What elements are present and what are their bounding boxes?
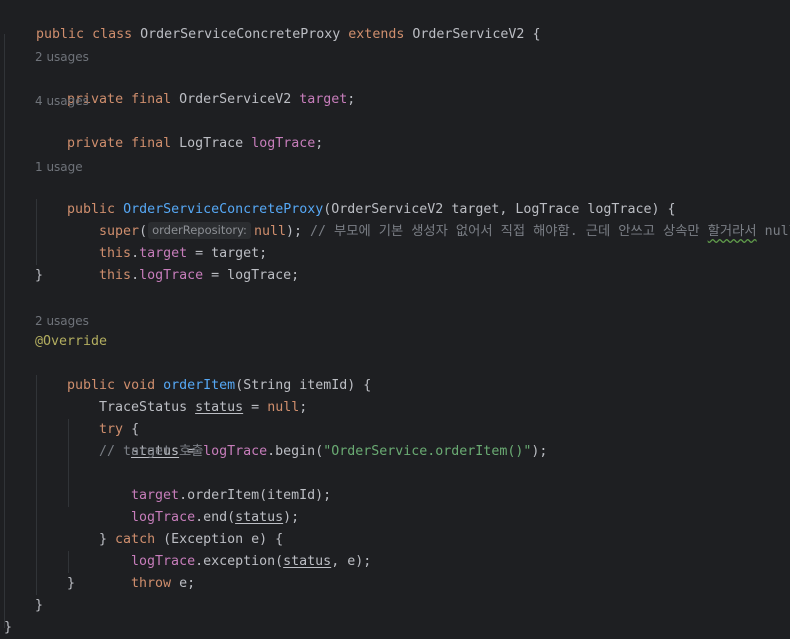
assign-op: = [243, 400, 268, 415]
throw-rest: e; [171, 576, 196, 591]
class-name[interactable]: OrderServiceConcreteProxy [140, 27, 340, 42]
line-comment[interactable]: // target 호출 [99, 441, 204, 463]
close-paren: ); [283, 510, 300, 525]
keyword-final: final [131, 92, 172, 107]
field-ref-logtrace[interactable]: logTrace [203, 444, 267, 459]
method-close-brace[interactable]: } [35, 595, 43, 617]
usages-hint-target[interactable]: 2 usages [35, 46, 89, 68]
usages-hint-logtrace[interactable]: 4 usages [35, 90, 89, 112]
usages-hint-method[interactable]: 2 usages [35, 310, 89, 332]
close-paren: ); [285, 224, 302, 239]
target-call-line[interactable]: target.orderItem(itemId); [99, 463, 331, 503]
assign-logtrace-line[interactable]: this.logTrace = logTrace; [67, 243, 299, 283]
usages-hint-constructor[interactable]: 1 usage [35, 156, 83, 178]
parent-class-name[interactable]: OrderServiceV2 [412, 27, 524, 42]
throw-line[interactable]: throw e; [99, 551, 195, 591]
field-name-logtrace[interactable]: logTrace [251, 136, 315, 151]
class-declaration-line[interactable]: public class OrderServiceConcreteProxy e… [4, 2, 540, 42]
method-call: .begin( [267, 444, 324, 459]
super-call-line[interactable]: super(orderRepository: null); // 부모에 기본 생… [67, 199, 790, 239]
assignment-rest: = logTrace; [203, 268, 300, 283]
comment-text: // 부모에 기본 생성자 없어서 직접 해야함. 근데 안쓰고 상속만 [310, 224, 708, 239]
keyword-class: class [92, 27, 133, 42]
variable-status[interactable]: status [283, 554, 331, 569]
dot: . [131, 268, 140, 283]
keyword-null: null [267, 400, 300, 415]
status-assign-line[interactable]: status = logTrace.begin("OrderService.or… [99, 419, 547, 459]
indent-guide [4, 34, 5, 628]
keyword-throw: throw [131, 576, 172, 591]
field-ref-logtrace[interactable]: logTrace [139, 268, 203, 283]
end-call-line[interactable]: logTrace.end(status); [99, 485, 299, 525]
assign-target-line[interactable]: this.target = target; [67, 221, 267, 261]
field-name-target[interactable]: target [299, 92, 347, 107]
call-args-rest: , e); [331, 554, 372, 569]
method-declaration-line[interactable]: public void orderItem(String itemId) { [35, 353, 371, 393]
field-logtrace-line[interactable]: private final LogTrace logTrace; [35, 111, 323, 151]
constructor-close-brace[interactable]: } [35, 265, 43, 287]
line-comment: // 부모에 기본 생성자 없어서 직접 해야함. 근데 안쓰고 상속만 할거라… [310, 224, 790, 239]
code-editor[interactable]: public class OrderServiceConcreteProxy e… [0, 0, 790, 639]
catch-close-brace[interactable]: } [67, 573, 75, 595]
keyword-private: private [67, 136, 124, 151]
catch-line[interactable]: } catch (Exception e) { [67, 507, 283, 547]
constructor-declaration-line[interactable]: public OrderServiceConcreteProxy(OrderSe… [35, 177, 675, 217]
status-declaration-line[interactable]: TraceStatus status = null; [67, 375, 307, 415]
keyword-public: public [36, 27, 85, 42]
try-line[interactable]: try { [67, 397, 139, 437]
type-name[interactable]: LogTrace [179, 136, 243, 151]
semicolon: ; [299, 400, 308, 415]
field-target-line[interactable]: private final OrderServiceV2 target; [35, 67, 355, 107]
open-brace: { [532, 27, 541, 42]
keyword-this: this [99, 268, 132, 283]
semicolon: ; [347, 92, 356, 107]
class-close-brace[interactable]: } [4, 617, 12, 639]
method-call: .exception( [195, 554, 284, 569]
semicolon: ; [315, 136, 324, 151]
variable-status[interactable]: status [195, 400, 243, 415]
override-annotation[interactable]: @Override [35, 331, 107, 353]
keyword-extends: extends [348, 27, 405, 42]
spellcheck-typo[interactable]: 할거라서 [708, 224, 757, 239]
close-paren: ); [531, 444, 548, 459]
keyword-final: final [131, 136, 172, 151]
type-name[interactable]: OrderServiceV2 [179, 92, 291, 107]
exception-call-line[interactable]: logTrace.exception(status, e); [99, 529, 371, 569]
string-literal: "OrderService.orderItem()" [323, 444, 532, 459]
comment-text-end: null [764, 224, 790, 239]
